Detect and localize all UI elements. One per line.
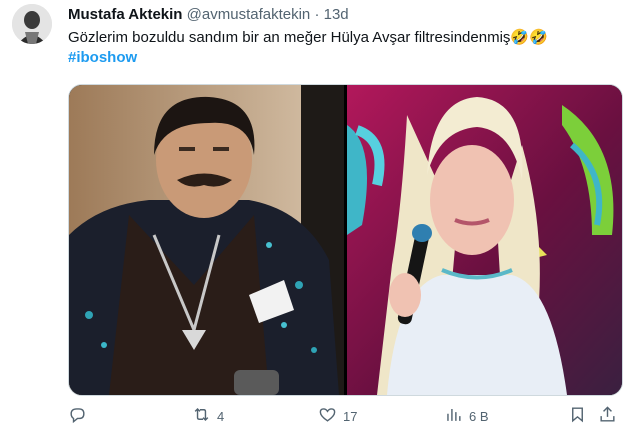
like-count: 17 (343, 408, 358, 424)
like-button[interactable]: 17 (318, 404, 357, 428)
views-button[interactable]: 6 B (444, 404, 489, 428)
tweet-time[interactable]: 13d (324, 6, 349, 23)
reply-button[interactable] (68, 404, 87, 428)
reply-icon (68, 405, 87, 427)
separator: · (314, 6, 320, 23)
retweet-icon (192, 405, 211, 427)
share-icon (598, 405, 617, 427)
avatar[interactable] (12, 4, 52, 44)
bookmark-icon (568, 405, 587, 427)
tweet-media[interactable] (68, 84, 623, 396)
tweet-body: Gözlerim bozuldu sandım bir an meğer Hül… (68, 29, 548, 46)
tweet-header: Mustafa Aktekin @avmustafaktekin · 13d (68, 6, 349, 23)
author-handle[interactable]: @avmustafaktekin (187, 6, 311, 23)
tweet-actions: 4 17 6 B (68, 404, 628, 428)
author-name[interactable]: Mustafa Aktekin (68, 6, 182, 23)
bookmark-button[interactable] (568, 404, 587, 428)
media-image-left[interactable] (69, 85, 344, 395)
tweet-text: Gözlerim bozuldu sandım bir an meğer Hül… (68, 28, 628, 68)
views-count: 6 B (469, 408, 489, 424)
hashtag-link[interactable]: #iboshow (68, 48, 628, 68)
retweet-count: 4 (217, 408, 225, 424)
media-image-right[interactable] (347, 85, 622, 395)
retweet-button[interactable]: 4 (192, 404, 224, 428)
heart-icon (318, 405, 337, 427)
views-icon (444, 405, 463, 427)
share-button[interactable] (598, 404, 617, 428)
